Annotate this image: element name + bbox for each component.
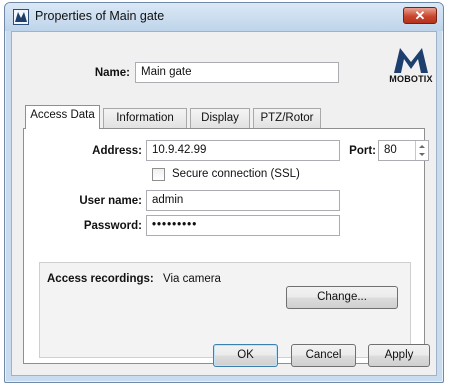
tab-display[interactable]: Display xyxy=(190,108,250,128)
apply-button[interactable]: Apply xyxy=(368,344,430,367)
ok-button[interactable]: OK xyxy=(213,344,278,367)
username-label: User name: xyxy=(79,195,142,207)
title-bar[interactable]: Properties of Main gate ✕ xyxy=(5,3,443,31)
mobotix-logo: MOBOTIX xyxy=(388,44,434,88)
dialog-body: Name: Main gate MOBOTIX Access Data Info… xyxy=(11,31,437,376)
tab-access-data[interactable]: Access Data xyxy=(25,105,100,129)
window-title: Properties of Main gate xyxy=(35,9,165,23)
spinner-arrows-icon xyxy=(419,145,425,156)
tab-ptz-rotor[interactable]: PTZ/Rotor xyxy=(253,108,321,128)
properties-dialog: Properties of Main gate ✕ Name: Main gat… xyxy=(4,2,444,383)
access-recordings-label: Access recordings: xyxy=(47,273,154,285)
port-spinner[interactable] xyxy=(415,141,428,160)
address-field[interactable]: 10.9.42.99 xyxy=(146,140,340,161)
change-button[interactable]: Change... xyxy=(286,286,398,309)
mobotix-logo-icon xyxy=(394,48,428,73)
logo-text: MOBOTIX xyxy=(389,74,433,84)
app-icon xyxy=(13,9,29,25)
username-field[interactable]: admin xyxy=(146,190,340,211)
port-value: 80 xyxy=(384,144,397,156)
name-field[interactable]: Main gate xyxy=(135,62,339,83)
ssl-label: Secure connection (SSL) xyxy=(172,168,300,180)
password-field[interactable]: ••••••••• xyxy=(146,215,340,236)
tab-information[interactable]: Information xyxy=(103,108,187,128)
ssl-checkbox[interactable] xyxy=(152,168,165,181)
close-button[interactable]: ✕ xyxy=(403,7,437,24)
password-label: Password: xyxy=(83,220,142,232)
port-label: Port: xyxy=(349,145,376,157)
cancel-button[interactable]: Cancel xyxy=(291,344,356,367)
access-recordings-value: Via camera xyxy=(163,273,221,285)
name-label: Name: xyxy=(94,67,130,79)
address-label: Address: xyxy=(92,145,142,157)
close-icon: ✕ xyxy=(414,8,426,23)
